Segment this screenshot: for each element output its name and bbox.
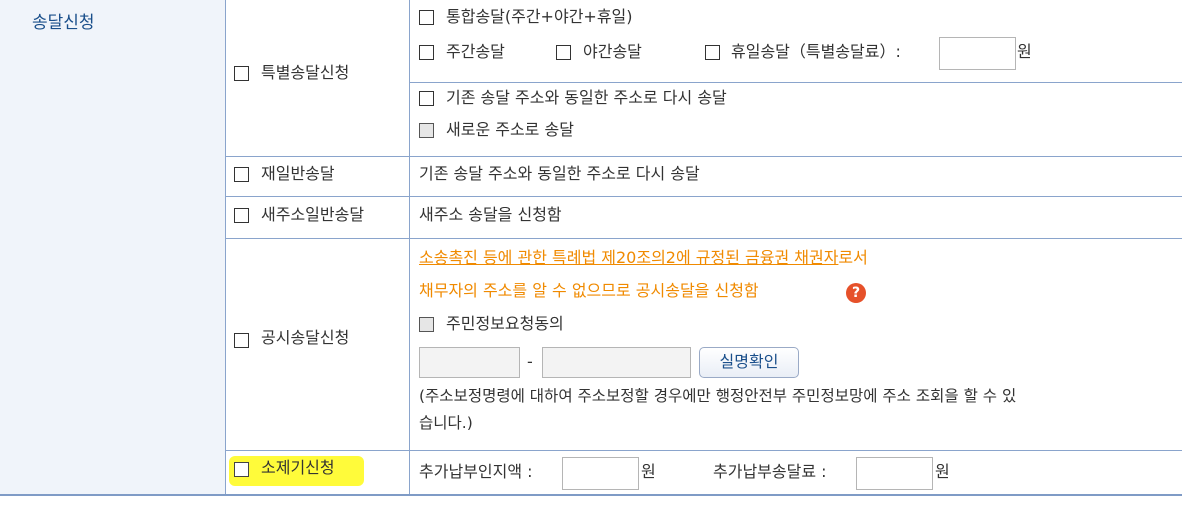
address-note-line1: (주소보정명령에 대하여 주소보정할 경우에만 행정안전부 주민정보망에 주소 … — [419, 387, 1017, 405]
special-delivery-label: 특별송달신청 — [261, 63, 350, 82]
redelivery-description: 기존 송달 주소와 동일한 주소로 다시 송달 — [419, 164, 700, 183]
public-notice-label: 공시송달신청 — [261, 328, 350, 347]
public-notice-link-line: 소송촉진 등에 관한 특례법 제20조의2에 규정된 금융권 채권자로서 — [419, 248, 868, 268]
resident-info-consent-label: 주민정보요청동의 — [446, 314, 564, 333]
new-address-delivery-label: 새주소일반송달 — [261, 205, 365, 224]
verify-name-button[interactable]: 실명확인 — [699, 347, 799, 378]
night-delivery-checkbox[interactable] — [556, 45, 571, 60]
new-address-label: 새로운 주소로 송달 — [446, 120, 574, 139]
same-address-checkbox[interactable] — [419, 91, 434, 106]
new-address-delivery-description: 새주소 송달을 신청함 — [419, 205, 562, 224]
grid-line — [409, 0, 410, 496]
redelivery-label: 재일반송달 — [261, 164, 335, 183]
special-delivery-checkbox[interactable] — [234, 66, 249, 81]
integrated-delivery-checkbox[interactable] — [419, 10, 434, 25]
help-icon[interactable]: ? — [846, 283, 866, 303]
id-number-back-input[interactable] — [542, 347, 691, 378]
holiday-delivery-checkbox[interactable] — [705, 45, 720, 60]
day-delivery-label: 주간송달 — [446, 42, 505, 61]
id-number-front-input[interactable] — [419, 347, 520, 378]
suit-filing-label: 소제기신청 — [261, 458, 335, 477]
section-header-cell: 송달신청 — [0, 0, 225, 496]
grid-line — [225, 156, 1182, 157]
suit-filing-checkbox[interactable] — [234, 462, 249, 477]
integrated-delivery-label: 통합송달(주간+야간+휴일) — [446, 7, 633, 26]
special-act-link-suffix: 로서 — [838, 248, 868, 267]
same-address-label: 기존 송달 주소와 동일한 주소로 다시 송달 — [446, 88, 727, 107]
grid-line — [225, 0, 226, 496]
night-delivery-label: 야간송달 — [583, 42, 642, 61]
table-bottom-border — [0, 494, 1182, 496]
address-note-line2: 습니다.) — [419, 414, 473, 432]
grid-line — [409, 82, 1182, 83]
holiday-fee-input[interactable] — [939, 37, 1016, 70]
id-number-separator: - — [527, 352, 533, 371]
holiday-delivery-label: 휴일송달（특별송달료）: — [731, 42, 901, 61]
holiday-fee-unit: 원 — [1017, 42, 1032, 61]
day-delivery-checkbox[interactable] — [419, 45, 434, 60]
special-act-link[interactable]: 소송촉진 등에 관한 특례법 제20조의2에 규정된 금융권 채권자 — [419, 248, 838, 267]
public-notice-statement: 채무자의 주소를 알 수 없으므로 공시송달을 신청함 — [419, 281, 759, 300]
grid-line — [225, 450, 1182, 451]
additional-stamp-label: 추가납부인지액 : — [419, 462, 533, 481]
additional-fee-input[interactable] — [856, 457, 933, 490]
additional-stamp-input[interactable] — [562, 457, 639, 490]
grid-line — [225, 196, 1182, 197]
resident-info-consent-checkbox[interactable] — [419, 317, 434, 332]
additional-stamp-unit: 원 — [641, 462, 656, 481]
additional-fee-unit: 원 — [935, 462, 950, 481]
public-notice-checkbox[interactable] — [234, 333, 249, 348]
grid-line — [225, 238, 1182, 239]
additional-fee-label: 추가납부송달료 : — [713, 462, 827, 481]
help-icon-glyph: ? — [851, 285, 861, 301]
new-address-delivery-checkbox[interactable] — [234, 208, 249, 223]
new-address-checkbox[interactable] — [419, 123, 434, 138]
section-label: 송달신청 — [32, 13, 95, 33]
redelivery-checkbox[interactable] — [234, 167, 249, 182]
